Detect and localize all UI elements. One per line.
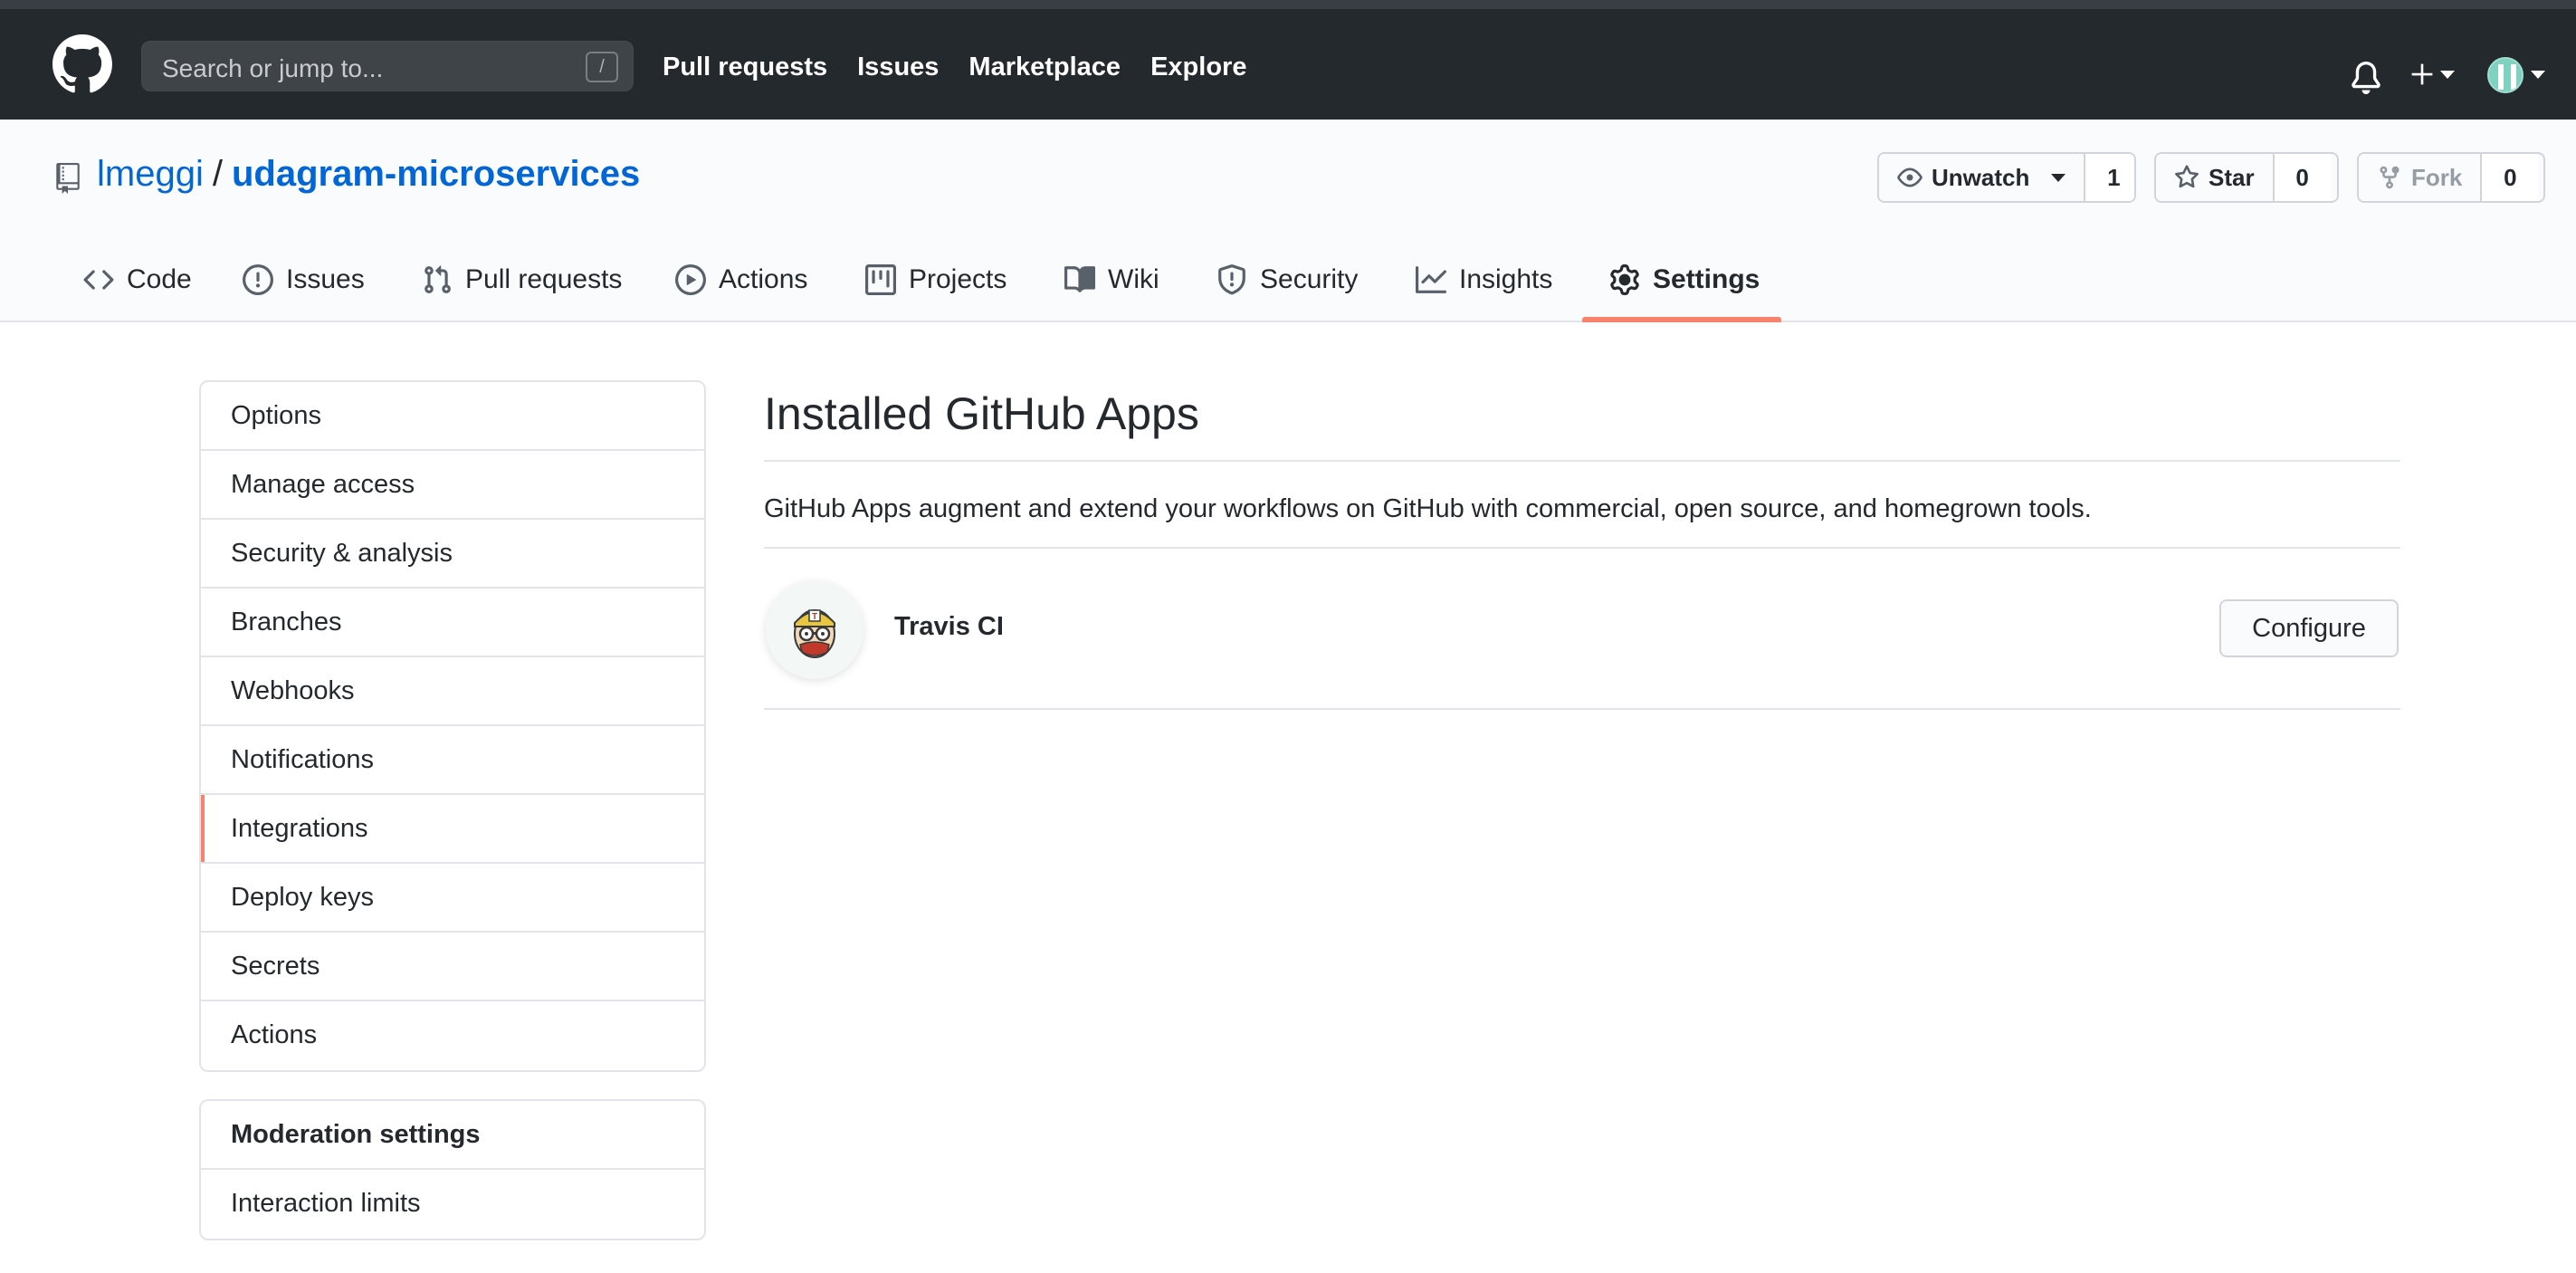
tab-security[interactable]: Security (1216, 255, 1358, 322)
page-title: Installed GitHub Apps (764, 388, 1199, 439)
configure-button[interactable]: Configure (2219, 599, 2399, 657)
watch-button-group: Unwatch 1 (1877, 152, 2136, 203)
fork-button[interactable]: Fork (2359, 154, 2483, 201)
moderation-menu: Moderation settings Interaction limits (199, 1099, 706, 1240)
search-shortcut-key: / (586, 52, 618, 82)
moderation-heading: Moderation settings (201, 1101, 704, 1170)
global-header: Search or jump to... / Pull requests Iss… (0, 0, 2576, 120)
repo-title: lmeggi / udagram-microservices (97, 154, 640, 195)
pull-request-icon (425, 265, 451, 293)
menu-item-secrets[interactable]: Secrets (201, 933, 704, 1001)
nav-marketplace[interactable]: Marketplace (968, 53, 1121, 82)
tab-insights[interactable]: Insights (1416, 255, 1552, 322)
chevron-down-icon (2051, 173, 2066, 182)
watch-label: Unwatch (1932, 163, 2030, 191)
graph-icon (1416, 266, 1446, 293)
tab-projects[interactable]: Projects (865, 255, 1007, 322)
divider (764, 547, 2400, 549)
star-label: Star (2209, 163, 2255, 191)
divider (764, 708, 2400, 710)
menu-item-deploy-keys[interactable]: Deploy keys (201, 864, 704, 933)
fork-button-group: Fork 0 (2357, 152, 2545, 203)
tab-wiki[interactable]: Wiki (1064, 255, 1159, 322)
repo-separator: / (212, 154, 223, 194)
fork-count[interactable]: 0 (2482, 154, 2539, 201)
repo-header: lmeggi / udagram-microservices Unwatch 1 S… (0, 120, 2576, 322)
tab-code[interactable]: Code (83, 255, 192, 322)
chevron-down-icon[interactable] (2440, 71, 2455, 79)
menu-item-security-analysis[interactable]: Security & analysis (201, 520, 704, 589)
tab-actions[interactable]: Actions (675, 255, 807, 322)
fork-icon (2380, 166, 2399, 189)
plus-icon[interactable] (2409, 62, 2435, 87)
eye-icon (1897, 168, 1922, 187)
nav-explore[interactable]: Explore (1150, 53, 1246, 82)
star-count[interactable]: 0 (2274, 154, 2331, 201)
repo-name-link[interactable]: udagram-microservices (232, 154, 640, 194)
star-button[interactable]: Star (2156, 154, 2275, 201)
app-name[interactable]: Travis CI (894, 612, 1004, 642)
global-nav: Pull requests Issues Marketplace Explore (663, 53, 1246, 82)
avatar[interactable] (2487, 57, 2524, 93)
bell-icon[interactable] (2350, 60, 2382, 96)
gear-icon (1610, 264, 1639, 295)
nav-issues[interactable]: Issues (857, 53, 939, 82)
menu-item-actions[interactable]: Actions (201, 1001, 704, 1070)
issue-icon (243, 264, 273, 295)
tab-pull-requests[interactable]: Pull requests (422, 255, 622, 322)
menu-item-branches[interactable]: Branches (201, 589, 704, 657)
repo-icon (56, 163, 80, 194)
menu-item-integrations[interactable]: Integrations (201, 795, 704, 864)
menu-item-webhooks[interactable]: Webhooks (201, 657, 704, 726)
tab-label: Pull requests (465, 264, 623, 294)
book-icon (1064, 266, 1095, 292)
divider (764, 460, 2400, 462)
watch-count[interactable]: 1 (2085, 154, 2134, 201)
tab-label: Settings (1653, 264, 1760, 294)
selected-tab-indicator (1582, 317, 1781, 322)
star-icon (2175, 165, 2199, 188)
menu-item-notifications[interactable]: Notifications (201, 726, 704, 795)
tab-label: Projects (909, 264, 1007, 294)
star-button-group: Star 0 (2154, 152, 2339, 203)
tab-label: Code (127, 264, 192, 294)
travis-ci-logo-icon: T (794, 609, 835, 658)
tab-label: Issues (286, 264, 365, 294)
shield-icon (1218, 264, 1245, 295)
settings-menu: Options Manage access Security & analysi… (199, 380, 706, 1072)
menu-item-manage-access[interactable]: Manage access (201, 451, 704, 520)
play-icon (675, 264, 706, 295)
menu-item-interaction-limits[interactable]: Interaction limits (201, 1170, 704, 1239)
nav-pull-requests[interactable]: Pull requests (663, 53, 827, 82)
chevron-down-icon[interactable] (2531, 71, 2545, 79)
tab-settings[interactable]: Settings (1609, 255, 1760, 322)
watch-button[interactable]: Unwatch (1879, 154, 2086, 201)
tab-issues[interactable]: Issues (243, 255, 365, 322)
tab-label: Security (1260, 264, 1359, 294)
tab-label: Wiki (1108, 264, 1159, 294)
repo-owner-link[interactable]: lmeggi (97, 154, 204, 194)
search-placeholder: Search or jump to... (162, 54, 384, 82)
fork-label: Fork (2411, 163, 2463, 191)
svg-text:T: T (812, 612, 817, 622)
menu-item-options[interactable]: Options (201, 382, 704, 451)
tab-label: Insights (1459, 264, 1553, 294)
github-logo-icon[interactable] (52, 34, 112, 94)
app-avatar: T (766, 581, 863, 679)
page-description: GitHub Apps augment and extend your work… (764, 494, 2092, 523)
tab-label: Actions (719, 264, 808, 294)
search-input[interactable]: Search or jump to... / (141, 41, 634, 91)
code-icon (83, 270, 114, 290)
project-icon (865, 264, 896, 295)
